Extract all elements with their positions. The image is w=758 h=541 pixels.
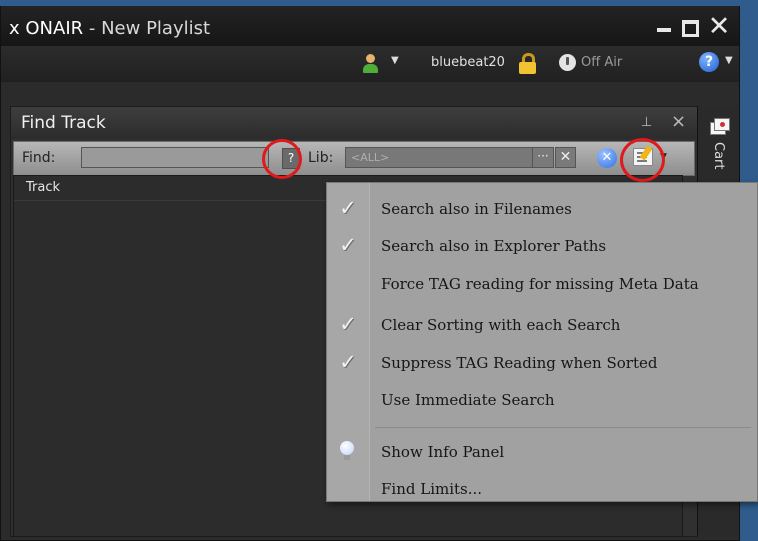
track-column-label: Track [26, 180, 61, 195]
onair-power-icon[interactable] [559, 54, 576, 71]
menu-item-label: Force TAG reading for missing Meta Data [381, 275, 699, 293]
lock-icon[interactable] [518, 53, 536, 74]
menu-item-search-filenames[interactable]: ✓ Search also in Filenames [327, 191, 757, 227]
library-browse-button[interactable]: ··· [532, 147, 554, 168]
clear-search-icon[interactable]: ✕ [597, 148, 617, 168]
panel-header: Find Track ⊥ × [11, 107, 697, 139]
check-icon: ✓ [339, 350, 357, 374]
help-dropdown-chevron-icon[interactable]: ▼ [725, 55, 733, 66]
help-icon[interactable]: ? [699, 52, 719, 72]
menu-item-suppress-tag-reading[interactable]: ✓ Suppress TAG Reading when Sorted [327, 345, 757, 381]
menu-separator [375, 427, 751, 428]
menu-item-clear-sorting[interactable]: ✓ Clear Sorting with each Search [327, 307, 757, 343]
check-icon: ✓ [339, 196, 357, 220]
title-bar: x ONAIR - New Playlist ✕ [1, 6, 739, 46]
highlight-ring-options [620, 138, 665, 182]
user-icon[interactable] [363, 54, 378, 74]
menu-item-search-explorer-paths[interactable]: ✓ Search also in Explorer Paths [327, 228, 757, 264]
panel-title: Find Track [21, 113, 106, 133]
lightbulb-icon [340, 441, 354, 460]
find-label: Find: [22, 150, 56, 166]
minimize-button[interactable] [655, 19, 673, 35]
menu-item-label: Find Limits... [381, 480, 483, 498]
menu-item-label: Clear Sorting with each Search [381, 316, 621, 334]
menu-item-label: Use Immediate Search [381, 391, 555, 409]
menu-item-find-limits[interactable]: Find Limits... [327, 471, 757, 507]
menu-item-show-info-panel[interactable]: Show Info Panel [327, 434, 757, 470]
close-window-button[interactable]: ✕ [706, 13, 732, 40]
maximize-button[interactable] [681, 19, 699, 37]
user-toolbar: ▼ bluebeat20 Off Air ? ▼ [1, 46, 739, 82]
username[interactable]: bluebeat20 [431, 55, 505, 70]
cart-tab[interactable]: Cart [711, 142, 726, 170]
search-options-menu: ✓ Search also in Filenames ✓ Search also… [326, 182, 758, 502]
lib-label: Lib: [308, 150, 334, 166]
menu-item-force-tag-reading[interactable]: Force TAG reading for missing Meta Data [327, 266, 757, 302]
library-clear-button[interactable]: ✕ [555, 147, 576, 168]
menu-item-label: Search also in Explorer Paths [381, 237, 607, 255]
menu-item-label: Show Info Panel [381, 443, 505, 461]
cart-icon[interactable] [710, 118, 730, 135]
user-dropdown-chevron-icon[interactable]: ▼ [391, 55, 399, 66]
check-icon: ✓ [339, 233, 357, 257]
panel-close-icon[interactable]: × [671, 111, 686, 132]
menu-item-immediate-search[interactable]: Use Immediate Search [327, 382, 757, 418]
highlight-ring-find-help [262, 139, 302, 179]
find-input[interactable] [81, 147, 269, 168]
check-icon: ✓ [339, 312, 357, 336]
window-title: x ONAIR - New Playlist [9, 18, 211, 39]
pin-icon[interactable]: ⊥ [641, 115, 652, 130]
onair-status[interactable]: Off Air [581, 55, 622, 70]
library-select[interactable]: <ALL> [345, 147, 533, 168]
find-toolbar: Find: ? Lib: <ALL> ··· ✕ ✕ ▼ [13, 141, 695, 176]
menu-item-label: Search also in Filenames [381, 200, 572, 218]
menu-item-label: Suppress TAG Reading when Sorted [381, 354, 658, 372]
